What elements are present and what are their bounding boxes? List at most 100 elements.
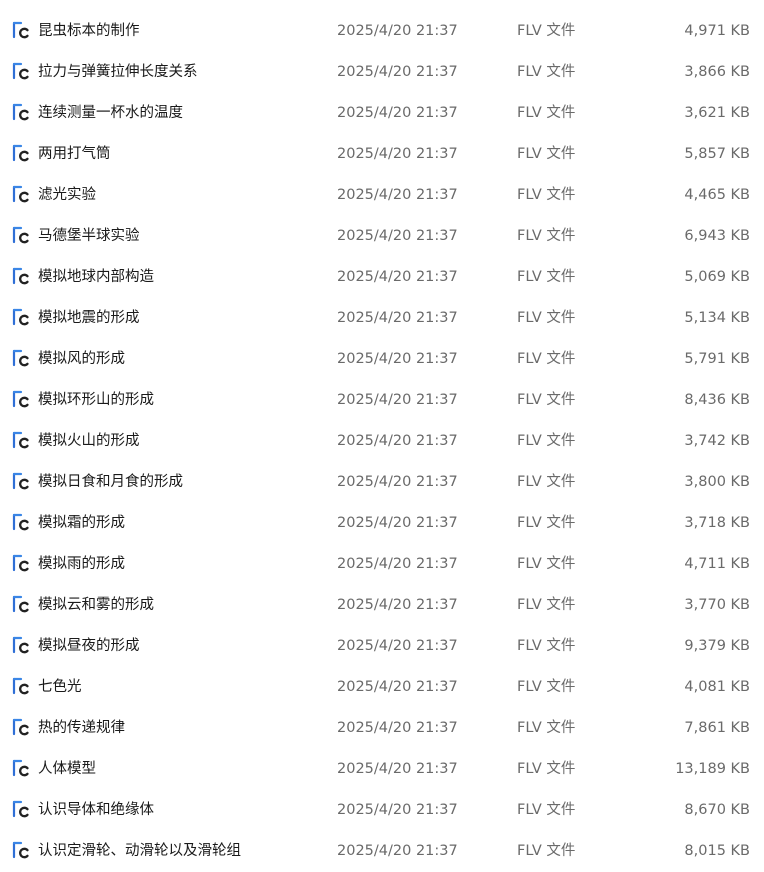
file-type: FLV 文件 (517, 187, 576, 203)
file-modified-date: 2025/4/20 21:37 (337, 392, 458, 408)
file-size: 5,134 KB (684, 310, 750, 326)
flv-video-file-icon (12, 102, 34, 124)
file-name: 模拟火山的形成 (38, 433, 140, 449)
file-name: 模拟云和雾的形成 (38, 597, 154, 613)
file-modified-date: 2025/4/20 21:37 (337, 597, 458, 613)
file-size: 3,800 KB (684, 474, 750, 490)
file-type: FLV 文件 (517, 515, 576, 531)
file-modified-date: 2025/4/20 21:37 (337, 474, 458, 490)
file-row[interactable]: 模拟风的形成 2025/4/20 21:37 FLV 文件 5,791 KB (0, 339, 764, 380)
file-row[interactable]: 模拟地震的形成 2025/4/20 21:37 FLV 文件 5,134 KB (0, 298, 764, 339)
file-size: 7,861 KB (684, 720, 750, 736)
flv-video-file-icon (12, 553, 34, 575)
file-name: 模拟雨的形成 (38, 556, 125, 572)
file-row[interactable]: 模拟昼夜的形成 2025/4/20 21:37 FLV 文件 9,379 KB (0, 626, 764, 667)
file-modified-date: 2025/4/20 21:37 (337, 228, 458, 244)
file-row[interactable]: 认识导体和绝缘体 2025/4/20 21:37 FLV 文件 8,670 KB (0, 790, 764, 831)
file-name: 拉力与弹簧拉伸长度关系 (38, 64, 198, 80)
file-name: 模拟风的形成 (38, 351, 125, 367)
file-modified-date: 2025/4/20 21:37 (337, 802, 458, 818)
file-row[interactable]: 模拟日食和月食的形成 2025/4/20 21:37 FLV 文件 3,800 … (0, 462, 764, 503)
file-name: 认识导体和绝缘体 (38, 802, 154, 818)
file-size: 8,436 KB (684, 392, 750, 408)
file-type: FLV 文件 (517, 228, 576, 244)
file-name: 模拟地震的形成 (38, 310, 140, 326)
file-name: 模拟环形山的形成 (38, 392, 154, 408)
file-row[interactable]: 人体模型 2025/4/20 21:37 FLV 文件 13,189 KB (0, 749, 764, 790)
file-name: 认识定滑轮、动滑轮以及滑轮组 (38, 843, 241, 859)
file-modified-date: 2025/4/20 21:37 (337, 187, 458, 203)
file-type: FLV 文件 (517, 351, 576, 367)
file-name: 滤光实验 (38, 187, 96, 203)
file-type: FLV 文件 (517, 638, 576, 654)
file-row[interactable]: 拉力与弹簧拉伸长度关系 2025/4/20 21:37 FLV 文件 3,866… (0, 52, 764, 93)
file-size: 13,189 KB (675, 761, 750, 777)
file-name: 昆虫标本的制作 (38, 23, 140, 39)
file-row[interactable]: 马德堡半球实验 2025/4/20 21:37 FLV 文件 6,943 KB (0, 216, 764, 257)
file-size: 8,015 KB (684, 843, 750, 859)
flv-video-file-icon (12, 471, 34, 493)
file-size: 5,791 KB (684, 351, 750, 367)
file-size: 3,621 KB (684, 105, 750, 121)
file-row[interactable]: 模拟霜的形成 2025/4/20 21:37 FLV 文件 3,718 KB (0, 503, 764, 544)
file-type: FLV 文件 (517, 843, 576, 859)
file-type: FLV 文件 (517, 556, 576, 572)
file-row[interactable]: 认识定滑轮、动滑轮以及滑轮组 2025/4/20 21:37 FLV 文件 8,… (0, 831, 764, 872)
file-type: FLV 文件 (517, 146, 576, 162)
file-row[interactable]: 模拟地球内部构造 2025/4/20 21:37 FLV 文件 5,069 KB (0, 257, 764, 298)
file-name: 七色光 (38, 679, 82, 695)
file-modified-date: 2025/4/20 21:37 (337, 351, 458, 367)
file-type: FLV 文件 (517, 720, 576, 736)
file-modified-date: 2025/4/20 21:37 (337, 679, 458, 695)
file-size: 5,857 KB (684, 146, 750, 162)
file-row[interactable]: 七色光 2025/4/20 21:37 FLV 文件 4,081 KB (0, 667, 764, 708)
file-size: 5,069 KB (684, 269, 750, 285)
flv-video-file-icon (12, 676, 34, 698)
file-row[interactable]: 两用打气筒 2025/4/20 21:37 FLV 文件 5,857 KB (0, 134, 764, 175)
file-size: 6,943 KB (684, 228, 750, 244)
file-name: 模拟霜的形成 (38, 515, 125, 531)
flv-video-file-icon (12, 430, 34, 452)
flv-video-file-icon (12, 389, 34, 411)
file-row[interactable]: 滤光实验 2025/4/20 21:37 FLV 文件 4,465 KB (0, 175, 764, 216)
file-type: FLV 文件 (517, 597, 576, 613)
file-size: 3,718 KB (684, 515, 750, 531)
file-row[interactable]: 连续测量一杯水的温度 2025/4/20 21:37 FLV 文件 3,621 … (0, 93, 764, 134)
flv-video-file-icon (12, 717, 34, 739)
flv-video-file-icon (12, 635, 34, 657)
flv-video-file-icon (12, 266, 34, 288)
flv-video-file-icon (12, 184, 34, 206)
flv-video-file-icon (12, 594, 34, 616)
file-modified-date: 2025/4/20 21:37 (337, 310, 458, 326)
file-size: 4,081 KB (684, 679, 750, 695)
file-size: 3,866 KB (684, 64, 750, 80)
file-name: 模拟日食和月食的形成 (38, 474, 183, 490)
file-size: 3,770 KB (684, 597, 750, 613)
file-type: FLV 文件 (517, 802, 576, 818)
file-type: FLV 文件 (517, 105, 576, 121)
file-name: 模拟地球内部构造 (38, 269, 154, 285)
file-size: 4,971 KB (684, 23, 750, 39)
file-row[interactable]: 模拟云和雾的形成 2025/4/20 21:37 FLV 文件 3,770 KB (0, 585, 764, 626)
file-type: FLV 文件 (517, 64, 576, 80)
file-modified-date: 2025/4/20 21:37 (337, 638, 458, 654)
file-type: FLV 文件 (517, 761, 576, 777)
file-modified-date: 2025/4/20 21:37 (337, 64, 458, 80)
file-modified-date: 2025/4/20 21:37 (337, 269, 458, 285)
flv-video-file-icon (12, 143, 34, 165)
file-row[interactable]: 热的传递规律 2025/4/20 21:37 FLV 文件 7,861 KB (0, 708, 764, 749)
file-list: 昆虫标本的制作 2025/4/20 21:37 FLV 文件 4,971 KB … (0, 0, 764, 861)
file-size: 9,379 KB (684, 638, 750, 654)
file-size: 4,465 KB (684, 187, 750, 203)
file-name: 模拟昼夜的形成 (38, 638, 140, 654)
flv-video-file-icon (12, 20, 34, 42)
file-row[interactable]: 昆虫标本的制作 2025/4/20 21:37 FLV 文件 4,971 KB (0, 11, 764, 52)
file-type: FLV 文件 (517, 679, 576, 695)
file-modified-date: 2025/4/20 21:37 (337, 433, 458, 449)
file-row[interactable]: 模拟环形山的形成 2025/4/20 21:37 FLV 文件 8,436 KB (0, 380, 764, 421)
file-row[interactable]: 模拟火山的形成 2025/4/20 21:37 FLV 文件 3,742 KB (0, 421, 764, 462)
file-size: 8,670 KB (684, 802, 750, 818)
file-modified-date: 2025/4/20 21:37 (337, 843, 458, 859)
file-row[interactable]: 模拟雨的形成 2025/4/20 21:37 FLV 文件 4,711 KB (0, 544, 764, 585)
file-type: FLV 文件 (517, 269, 576, 285)
